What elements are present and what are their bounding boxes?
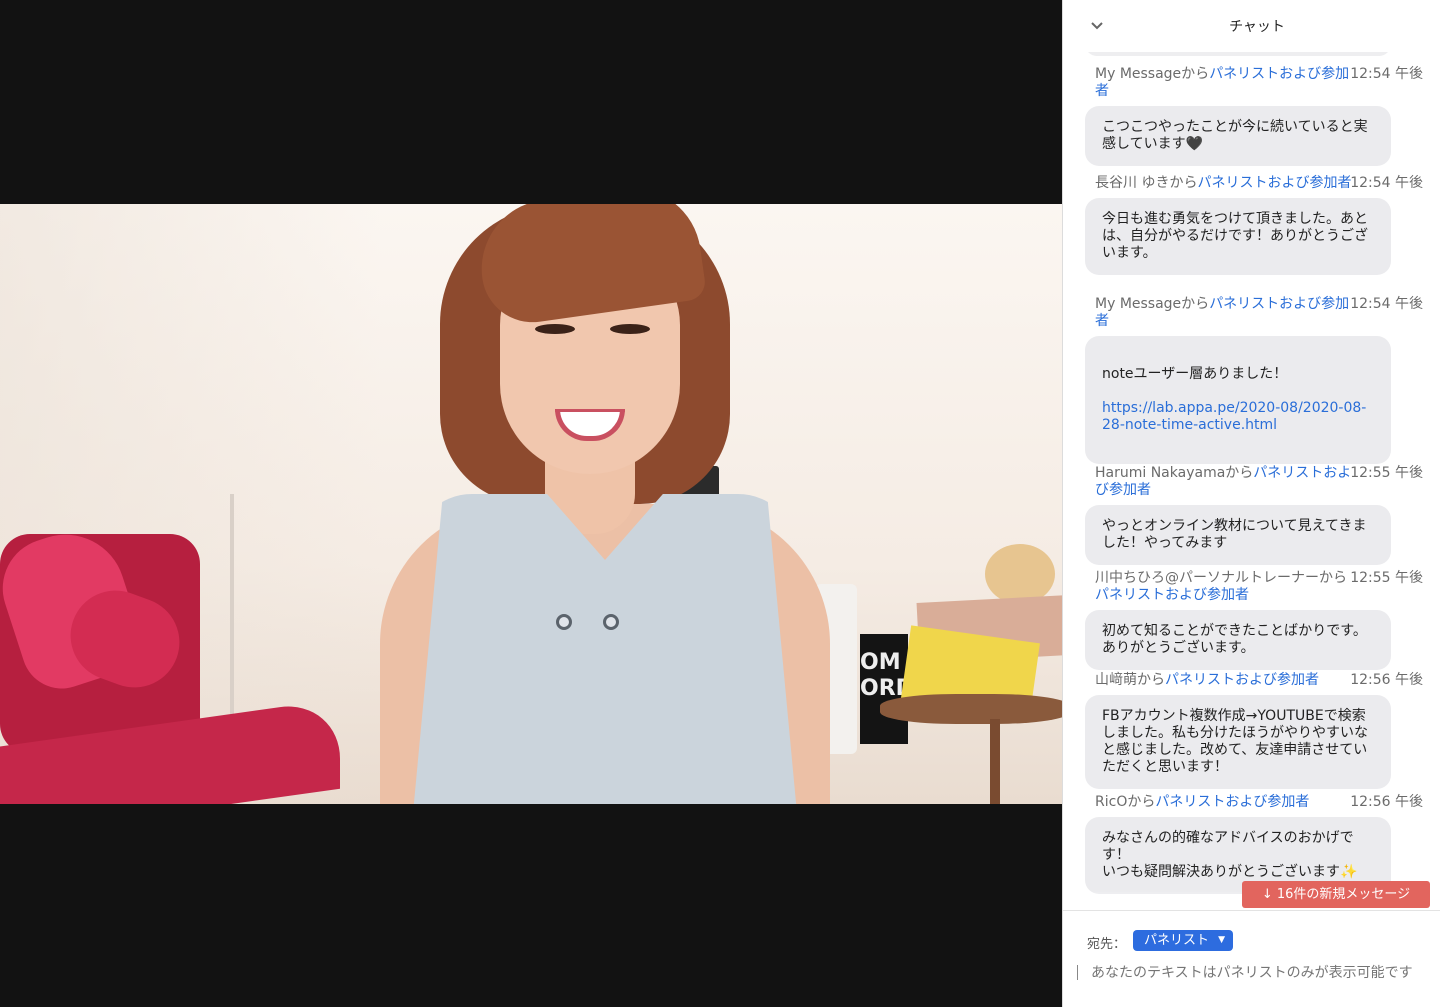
message-header: Harumi Nakayamaからパネリストおよび参加者 12:55 午後: [1063, 465, 1440, 499]
recipient-select[interactable]: パネリスト ▼: [1133, 930, 1234, 951]
message-bubble: 初めて知ることができたことばかりです。ありがとうございます。: [1085, 610, 1391, 670]
chat-title: チャット: [1229, 19, 1285, 35]
message-sender: My Messageから: [1095, 66, 1210, 82]
message-sender: My Messageから: [1095, 296, 1210, 312]
message-sender: 山﨑萌から: [1095, 672, 1165, 688]
background-sign: OM ORD: [860, 634, 908, 744]
caret-down-icon: ▼: [1218, 935, 1226, 945]
chat-composer: 宛先： パネリスト ▼: [1063, 910, 1440, 1007]
recipient-label: 宛先：: [1087, 937, 1127, 952]
video-area: OM ORD: [0, 0, 1062, 1007]
message-bubble: こつこつやったことが今に続いていると実感しています🖤: [1085, 106, 1391, 166]
recipient-value: パネリスト: [1144, 933, 1210, 948]
message-time: 12:56 午後: [1350, 672, 1423, 688]
arrow-down-icon: ↓: [1261, 887, 1273, 902]
message-sender: Harumi Nakayamaから: [1095, 465, 1254, 481]
chat-input[interactable]: [1077, 963, 1427, 1005]
message-text: noteユーザー層ありました！: [1102, 366, 1288, 382]
message-time: 12:54 午後: [1350, 175, 1423, 191]
new-messages-label: 16件の新規メッセージ: [1276, 887, 1411, 902]
message-time: 12:54 午後: [1350, 296, 1423, 312]
message-time: 12:55 午後: [1350, 465, 1423, 481]
chat-message: 長谷川 ゆきからパネリストおよび参加者 12:54 午後 今日も進む勇気をつけて…: [1063, 175, 1440, 275]
message-bubble: noteユーザー層ありました！ https://lab.appa.pe/2020…: [1085, 336, 1391, 464]
message-sender: 長谷川 ゆきから: [1095, 175, 1198, 191]
message-recipient[interactable]: パネリストおよび参加者: [1155, 794, 1309, 810]
message-bubble: FBアカウント複数作成→YOUTUBEで検索しました。私も分けたほうがやりやすい…: [1085, 695, 1391, 789]
chat-message: RicOからパネリストおよび参加者 12:56 午後 みなさんの的確なアドバイス…: [1063, 794, 1440, 894]
message-time: 12:55 午後: [1350, 570, 1423, 586]
new-messages-button[interactable]: ↓ 16件の新規メッセージ: [1242, 881, 1430, 908]
message-bubble: やっとオンライン教材について見えてきました！やってみます: [1085, 505, 1391, 565]
message-header: 山﨑萌からパネリストおよび参加者 12:56 午後: [1063, 672, 1440, 689]
message-link[interactable]: https://lab.appa.pe/2020-08/2020-08-28-n…: [1102, 400, 1374, 434]
message-header: 川中ちひろ@パーソナルトレーナーからパネリストおよび参加者 12:55 午後: [1063, 570, 1440, 604]
message-sender: 川中ちひろ@パーソナルトレーナーから: [1095, 570, 1347, 586]
message-bubble: 今日も進む勇気をつけて頂きました。あとは、自分がやるだけです！ありがとうございま…: [1085, 198, 1391, 275]
message-recipient[interactable]: パネリストおよび参加者: [1197, 175, 1351, 191]
message-time: 12:54 午後: [1350, 66, 1423, 82]
chat-message-list[interactable]: My Messageからパネリストおよび参加者 12:54 午後 こつこつやった…: [1063, 52, 1440, 910]
chat-message: My Messageからパネリストおよび参加者 12:54 午後 noteユーザ…: [1063, 296, 1440, 464]
message-recipient[interactable]: パネリストおよび参加者: [1095, 587, 1249, 603]
message-header: My Messageからパネリストおよび参加者 12:54 午後: [1063, 296, 1440, 330]
chat-message: 山﨑萌からパネリストおよび参加者 12:56 午後 FBアカウント複数作成→YO…: [1063, 672, 1440, 789]
speaker-video: OM ORD: [0, 204, 1062, 804]
message-header: My Messageからパネリストおよび参加者 12:54 午後: [1063, 66, 1440, 100]
chat-panel: チャット My Messageからパネリストおよび参加者 12:54 午後 こつ…: [1062, 0, 1440, 1007]
chat-message: Harumi Nakayamaからパネリストおよび参加者 12:55 午後 やっ…: [1063, 465, 1440, 565]
message-time: 12:56 午後: [1350, 794, 1423, 810]
chat-header: チャット: [1063, 0, 1440, 52]
message-header: 長谷川 ゆきからパネリストおよび参加者 12:54 午後: [1063, 175, 1440, 192]
message-sender: RicOから: [1095, 794, 1156, 810]
message-recipient[interactable]: パネリストおよび参加者: [1165, 672, 1319, 688]
chat-message: My Messageからパネリストおよび参加者 12:54 午後 こつこつやった…: [1063, 66, 1440, 166]
chat-message: 川中ちひろ@パーソナルトレーナーからパネリストおよび参加者 12:55 午後 初…: [1063, 570, 1440, 670]
message-header: RicOからパネリストおよび参加者 12:56 午後: [1063, 794, 1440, 811]
